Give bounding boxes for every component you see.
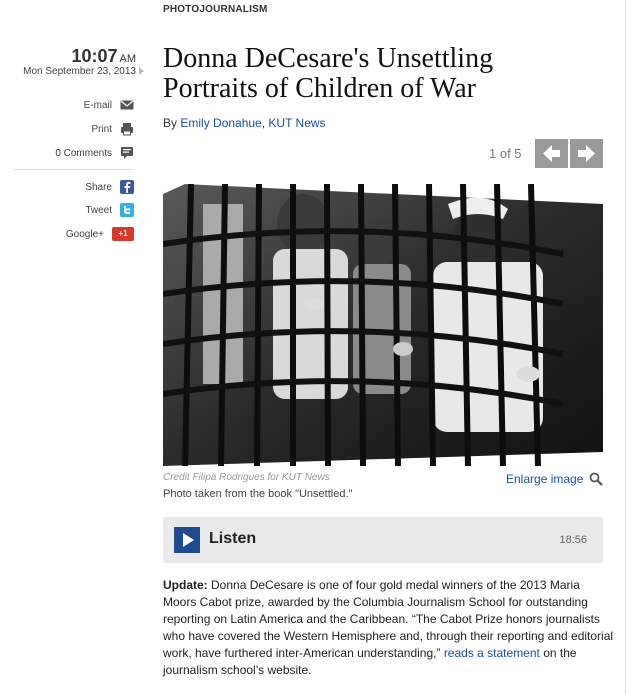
comments-label: 0 Comments bbox=[55, 147, 112, 159]
email-button[interactable]: E-mail bbox=[14, 98, 134, 112]
chevron-right-icon bbox=[139, 67, 144, 75]
article-body: Update: Donna DeCesare is one of four go… bbox=[163, 577, 615, 679]
audio-duration: 18:56 bbox=[559, 534, 587, 546]
twitter-icon bbox=[120, 203, 134, 217]
enlarge-image-link[interactable]: Enlarge image bbox=[506, 472, 604, 486]
byline-prefix: By bbox=[163, 116, 178, 130]
date: Mon September 23, 2013 bbox=[23, 66, 136, 77]
google-plus-one-icon: +1 bbox=[112, 227, 134, 241]
enlarge-label: Enlarge image bbox=[506, 472, 584, 486]
byline: By Emily Donahue, KUT News bbox=[163, 116, 326, 130]
arrow-left-icon bbox=[543, 145, 560, 162]
magnifier-icon bbox=[589, 472, 604, 486]
comment-icon bbox=[120, 146, 134, 160]
listen-label[interactable]: Listen bbox=[209, 530, 256, 548]
article-title: Donna DeCesare's Unsettling Portraits of… bbox=[163, 43, 494, 104]
share-label: Share bbox=[85, 181, 112, 193]
facebook-icon bbox=[120, 180, 134, 194]
tweet-button[interactable]: Tweet bbox=[14, 203, 134, 217]
outlet-link[interactable]: KUT News bbox=[268, 116, 325, 130]
gallery-next-button[interactable] bbox=[570, 139, 603, 168]
googleplus-button[interactable]: Google+ +1 bbox=[14, 227, 134, 241]
envelope-icon bbox=[120, 98, 134, 112]
email-label: E-mail bbox=[83, 99, 112, 111]
statement-link[interactable]: reads a statement bbox=[444, 646, 540, 660]
photo-caption: Photo taken from the book "Unsettled." bbox=[163, 488, 353, 500]
share-button[interactable]: Share bbox=[14, 180, 134, 194]
time-ampm: AM bbox=[119, 53, 137, 65]
tweet-label: Tweet bbox=[85, 204, 112, 216]
article-meta: 10:07 AM Mon September 23, 2013 bbox=[12, 46, 136, 77]
author-link[interactable]: Emily Donahue bbox=[180, 116, 261, 130]
timestamp: 10:07 AM bbox=[12, 46, 136, 67]
section-kicker[interactable]: PHOTOJOURNALISM bbox=[163, 4, 268, 15]
print-button[interactable]: Print bbox=[14, 122, 134, 136]
play-button[interactable] bbox=[174, 527, 200, 553]
time-value: 10:07 bbox=[71, 46, 118, 66]
comments-button[interactable]: 0 Comments bbox=[14, 146, 134, 160]
gallery-photo[interactable] bbox=[163, 184, 603, 466]
gallery-position: 1 of 5 bbox=[489, 146, 522, 161]
googleplus-label: Google+ bbox=[65, 228, 104, 240]
photo-credit: Credit Filipa Rodrigues for KUT News bbox=[163, 472, 330, 483]
print-label: Print bbox=[91, 123, 112, 135]
play-icon bbox=[183, 533, 194, 547]
update-label: Update: bbox=[163, 578, 208, 592]
audio-player: Listen 18:56 bbox=[163, 517, 603, 563]
arrow-right-icon bbox=[578, 145, 595, 162]
printer-icon bbox=[120, 122, 134, 136]
gallery-prev-button[interactable] bbox=[535, 139, 568, 168]
divider bbox=[14, 169, 134, 170]
